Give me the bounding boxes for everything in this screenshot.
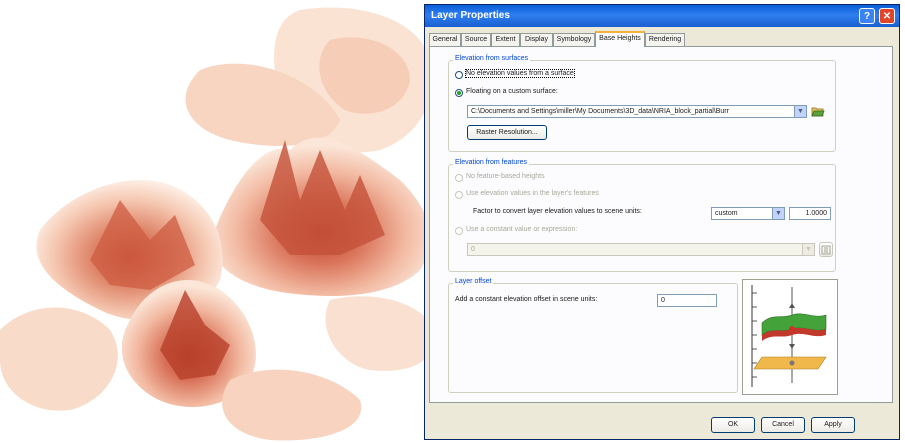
chevron-down-icon[interactable]: ▼ <box>802 244 814 255</box>
chevron-down-icon[interactable]: ▼ <box>794 106 806 117</box>
expression-radio[interactable] <box>455 227 463 235</box>
offset-input[interactable]: 0 <box>657 294 717 307</box>
factor-input[interactable]: 1.0000 <box>789 207 831 220</box>
floating-surface-radio[interactable] <box>455 89 463 97</box>
unit-select[interactable]: custom ▼ <box>711 207 785 220</box>
expression-select[interactable]: 0 ▼ <box>467 243 815 256</box>
ok-button[interactable]: OK <box>711 417 755 433</box>
offset-group-title: Layer offset <box>453 278 494 285</box>
chevron-down-icon[interactable]: ▼ <box>772 208 784 219</box>
dialog-title: Layer Properties <box>431 10 510 21</box>
tab-display[interactable]: Display <box>520 33 553 46</box>
use-feature-values-radio[interactable] <box>455 191 463 199</box>
offset-label: Add a constant elevation offset in scene… <box>455 296 598 303</box>
surface-path-select[interactable]: C:\Documents and Settings\miller\My Docu… <box>467 105 807 118</box>
factor-label: Factor to convert layer elevation values… <box>473 208 642 215</box>
no-feature-heights-label[interactable]: No feature-based heights <box>466 173 545 180</box>
floating-surface-label[interactable]: Floating on a custom surface: <box>466 88 558 95</box>
tab-base-heights[interactable]: Base Heights <box>595 31 645 47</box>
layer-properties-dialog: Layer Properties ? ✕ General Source Exte… <box>424 4 900 440</box>
tab-strip: General Source Extent Display Symbology … <box>429 31 893 47</box>
use-feature-values-label[interactable]: Use elevation values in the layer's feat… <box>466 190 599 197</box>
tab-general[interactable]: General <box>429 33 461 46</box>
terrain-plain-southwest <box>0 307 118 411</box>
features-group: Elevation from features No feature-based… <box>448 159 836 272</box>
expression-value: 0 <box>471 246 475 253</box>
close-button[interactable]: ✕ <box>879 8 895 24</box>
raster-resolution-button[interactable]: Raster Resolution... <box>467 125 547 140</box>
cancel-button[interactable]: Cancel <box>761 417 805 433</box>
no-feature-heights-radio[interactable] <box>455 174 463 182</box>
terrain-plain-south <box>222 369 362 441</box>
title-bar: Layer Properties ? ✕ <box>425 5 899 27</box>
no-elevation-radio[interactable] <box>455 71 463 79</box>
no-elevation-label[interactable]: No elevation values from a surface <box>465 69 575 78</box>
surface-group: Elevation from surfaces No elevation val… <box>448 55 836 152</box>
tab-symbology[interactable]: Symbology <box>553 33 595 46</box>
expression-calculator-icon <box>821 245 831 255</box>
layer-offset-diagram <box>742 279 838 395</box>
unit-value: custom <box>715 210 738 217</box>
expression-label: Use a constant value or expression: <box>466 226 578 233</box>
tab-rendering[interactable]: Rendering <box>645 33 685 46</box>
tab-source[interactable]: Source <box>461 33 491 46</box>
base-heights-panel: Elevation from surfaces No elevation val… <box>429 46 893 403</box>
expression-calculator-button[interactable] <box>819 242 833 257</box>
terrain-plain-east <box>325 296 436 371</box>
features-group-title: Elevation from features <box>453 159 529 166</box>
surface-group-title: Elevation from surfaces <box>453 55 531 62</box>
help-button[interactable]: ? <box>859 8 875 24</box>
surface-path-value: C:\Documents and Settings\miller\My Docu… <box>471 108 729 115</box>
tab-extent[interactable]: Extent <box>491 33 520 46</box>
terrain-surface-illustration <box>0 7 436 441</box>
open-folder-icon[interactable] <box>811 104 825 118</box>
offset-group: Layer offset Add a constant elevation of… <box>448 278 738 393</box>
apply-button[interactable]: Apply <box>811 417 855 433</box>
